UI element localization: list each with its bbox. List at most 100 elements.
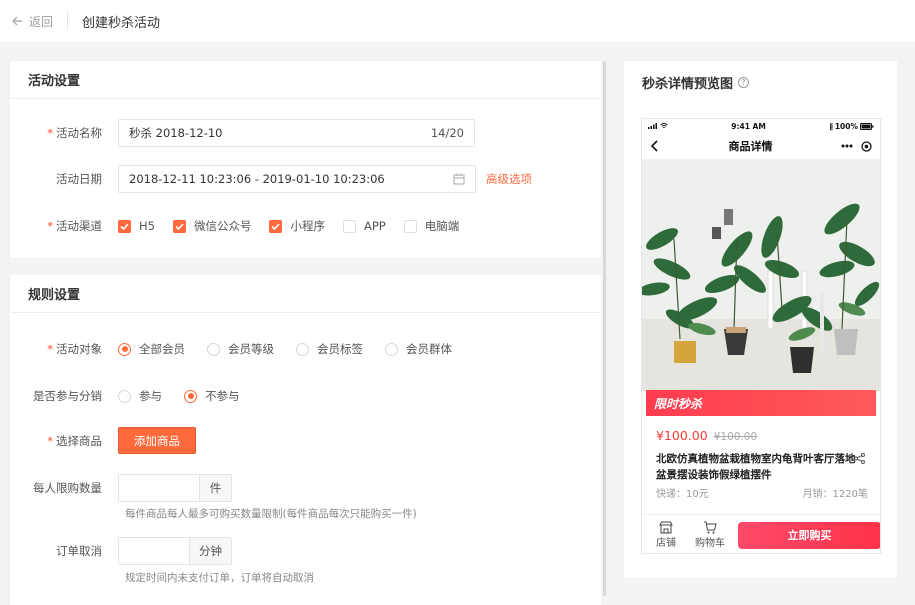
activity-settings-title: 活动设置 [10,61,601,99]
channel-checkbox-miniprogram[interactable]: 小程序 [269,218,325,234]
checkbox-checked-icon [118,219,131,233]
char-counter: 14/20 [430,126,464,140]
order-cancel-input-group: 分钟 [118,537,232,565]
radio-label: 会员标签 [317,342,363,356]
add-product-button[interactable]: 添加商品 [118,427,196,454]
order-cancel-label: 订单取消 [56,544,102,558]
radio-member-level[interactable]: 会员等级 [207,341,274,357]
battery-text: 100% [834,121,858,131]
channel-checkbox-pc[interactable]: 电脑端 [403,218,459,234]
cart-button[interactable]: 购物车 [688,521,732,549]
purchase-limit-input[interactable] [119,475,199,501]
purchase-limit-hint: 每件商品每人最多可购买数量限制(每件商品每次只能购买一件) [125,508,417,520]
radio-empty-icon [385,342,398,356]
checkbox-empty-icon [342,219,356,233]
radio-empty-icon [296,342,309,356]
status-bar: 9:41 AM ∦ 100% [642,119,880,133]
target-label: * 活动对象 [10,341,118,357]
signal-wifi-icon [648,123,668,129]
select-product-label-text: 选择商品 [56,433,102,448]
battery-icon [860,122,874,130]
product-image [642,159,880,391]
cart-icon [704,521,717,534]
buy-now-button[interactable]: 立即购买 [738,521,880,549]
top-bar: 返回 创建秒杀活动 [0,0,915,42]
plants-illustration [642,159,880,391]
target-row: * 活动对象 全部会员 会员等级 会员标签 会员群体 [10,341,474,357]
radio-label: 全部会员 [139,342,185,356]
back-button[interactable]: 返回 [12,13,53,30]
checkbox-checked-icon [269,219,283,233]
distribution-label: 是否参与分销 [33,389,102,403]
store-icon [659,521,673,534]
share-icon[interactable] [854,453,865,464]
activity-name-label: * 活动名称 [10,125,118,141]
radio-participate[interactable]: 参与 [118,388,162,404]
nav-title: 商品详情 [728,140,773,153]
store-button[interactable]: 店铺 [644,521,688,549]
product-name: 北欧仿真植物盆栽植物室内龟背叶客厅落地盆景摆设装饰假绿植摆件 [656,453,856,481]
radio-not-participate[interactable]: 不参与 [184,388,240,404]
arrow-left-icon [12,16,22,26]
advanced-options-link[interactable]: 高级选项 [486,171,532,187]
original-price: ¥100.00 [713,431,758,443]
calendar-icon [453,173,465,185]
activity-date-picker[interactable]: 2018-12-11 10:23:06 - 2019-01-10 10:23:0… [118,165,476,193]
question-icon[interactable]: ? [738,77,750,88]
radio-empty-icon [118,389,131,403]
monthly-sales: 月销：1220笔 [802,489,868,500]
store-label: 店铺 [656,538,676,549]
flash-sale-banner: 限时秒杀 [646,390,876,416]
bluetooth-icon: ∦ [829,121,833,131]
channel-label: 微信公众号 [193,219,252,233]
capsule-buttons [841,140,872,152]
preview-title-text: 秒杀详情预览图 [642,77,734,92]
radio-all-members[interactable]: 全部会员 [118,341,185,357]
preview-card: 秒杀详情预览图 ? 9:41 AM ∦ 100% 商品详情 限时秒杀 ¥100.… [624,61,897,578]
select-product-label: * 选择商品 [10,433,118,449]
bottom-action-bar: 店铺 购物车 立即购买 [642,514,880,553]
order-cancel-input[interactable] [119,538,189,564]
channel-label: 小程序 [290,219,325,233]
activity-channel-label-text: 活动渠道 [56,219,102,233]
status-time: 9:41 AM [731,121,766,131]
page-title: 创建秒杀活动 [82,15,161,31]
activity-channel-row: * 活动渠道 H5 微信公众号 小程序 APP 电脑端 [10,218,477,234]
activity-date-row: 活动日期 2018-12-11 10:23:06 - 2019-01-10 10… [10,165,532,193]
radio-selected-icon [184,389,197,403]
more-dots-icon[interactable] [841,144,853,148]
checkbox-empty-icon [403,219,417,233]
rules-settings-card: 规则设置 * 活动对象 全部会员 会员等级 会员标签 会员群体 是否参与分销 参与… [10,275,601,605]
distribution-row: 是否参与分销 参与 不参与 [10,388,262,404]
required-mark: * [47,433,53,448]
activity-name-row: * 活动名称 秒杀 2018-12-10 14/20 [10,119,475,147]
price-row: ¥100.00 ¥100.00 [656,428,757,443]
rules-settings-title: 规则设置 [10,275,601,313]
channel-label: APP [363,219,386,233]
channel-checkbox-wechat[interactable]: 微信公众号 [172,218,252,234]
purchase-limit-unit: 件 [199,475,231,501]
channel-label: H5 [139,219,155,233]
radio-label: 参与 [139,389,162,403]
activity-name-input[interactable]: 秒杀 2018-12-10 14/20 [118,119,475,147]
activity-name-value: 秒杀 2018-12-10 [129,126,223,140]
target-label-text: 活动对象 [56,342,102,356]
divider [67,12,69,30]
required-mark: * [47,342,53,356]
activity-channel-label: * 活动渠道 [10,218,118,234]
radio-member-group[interactable]: 会员群体 [385,341,452,357]
checkbox-checked-icon [172,219,186,233]
radio-label: 不参与 [205,389,240,403]
channel-checkbox-app[interactable]: APP [342,219,386,233]
required-mark: * [47,219,53,233]
order-cancel-hint: 规定时间内未支付订单，订单将自动取消 [125,572,314,584]
channel-checkbox-h5[interactable]: H5 [118,219,155,233]
target-icon[interactable] [861,140,872,152]
preview-title: 秒杀详情预览图 ? [642,73,750,92]
shipping-fee: 快递：10元 [656,489,709,500]
radio-empty-icon [207,342,220,356]
radio-member-tag[interactable]: 会员标签 [296,341,363,357]
nav-bar: 商品详情 [642,133,880,159]
chevron-left-icon[interactable] [650,140,660,152]
scrollbar[interactable] [603,61,606,596]
